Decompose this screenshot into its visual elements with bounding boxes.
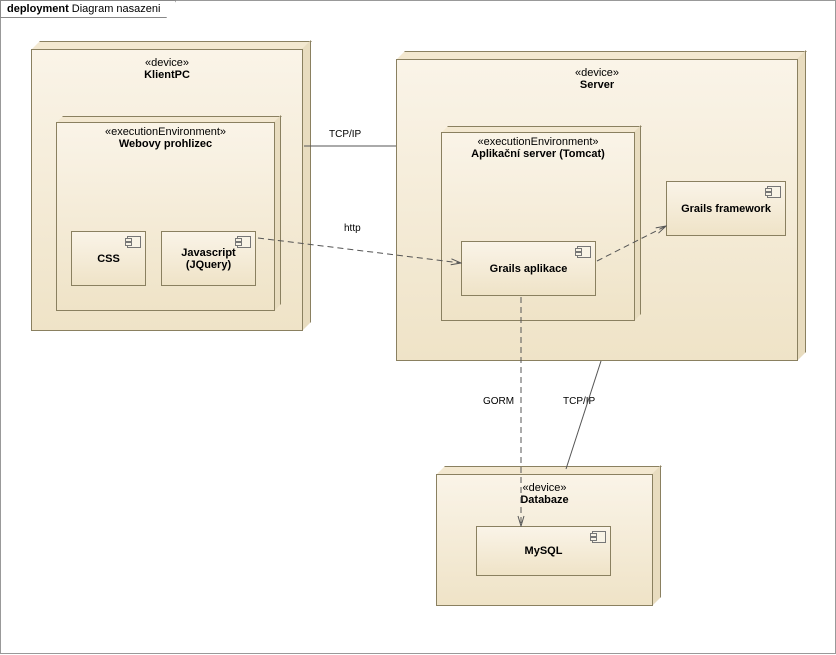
- server-name: Server: [396, 79, 798, 91]
- component-mysql: MySQL: [476, 526, 611, 576]
- label-http: http: [344, 223, 361, 234]
- diagram-title-tab: deployment Diagram nasazeni: [0, 0, 176, 18]
- exec-env-tomcat: «executionEnvironment» Aplikační server …: [441, 126, 641, 321]
- browser-stereotype: «executionEnvironment»: [56, 126, 275, 138]
- component-icon: [237, 236, 251, 248]
- diagram-title-name: Diagram nasazeni: [72, 3, 161, 15]
- component-grails-app: Grails aplikace: [461, 241, 596, 296]
- server-stereotype: «device»: [396, 67, 798, 79]
- js-label: Javascript (JQuery): [166, 247, 251, 271]
- component-javascript: Javascript (JQuery): [161, 231, 256, 286]
- node-server: «device» Server «executionEnvironment» A…: [396, 51, 806, 361]
- label-gorm: GORM: [483, 396, 514, 407]
- mysql-label: MySQL: [525, 545, 563, 557]
- component-icon: [592, 531, 606, 543]
- db-stereotype: «device»: [436, 482, 653, 494]
- grails-app-label: Grails aplikace: [490, 263, 568, 275]
- db-name: Databaze: [436, 494, 653, 506]
- tomcat-stereotype: «executionEnvironment»: [441, 136, 635, 148]
- diagram-canvas: deployment Diagram nasazeni «device» Kli…: [0, 0, 836, 654]
- client-stereotype: «device»: [31, 57, 303, 69]
- tomcat-name: Aplikační server (Tomcat): [441, 148, 635, 160]
- label-tcpip-server-db: TCP/IP: [563, 396, 595, 407]
- css-label: CSS: [97, 253, 120, 265]
- browser-name: Webovy prohlizec: [56, 138, 275, 150]
- node-client-pc: «device» KlientPC «executionEnvironment»…: [31, 41, 311, 331]
- component-icon: [127, 236, 141, 248]
- component-grails-framework: Grails framework: [666, 181, 786, 236]
- node-database: «device» Databaze MySQL: [436, 466, 661, 606]
- diagram-title-prefix: deployment: [7, 3, 69, 15]
- component-css: CSS: [71, 231, 146, 286]
- exec-env-browser: «executionEnvironment» Webovy prohlizec …: [56, 116, 281, 311]
- component-icon: [767, 186, 781, 198]
- label-tcpip-client-server: TCP/IP: [329, 129, 361, 140]
- client-name: KlientPC: [31, 69, 303, 81]
- grails-framework-label: Grails framework: [681, 203, 771, 215]
- component-icon: [577, 246, 591, 258]
